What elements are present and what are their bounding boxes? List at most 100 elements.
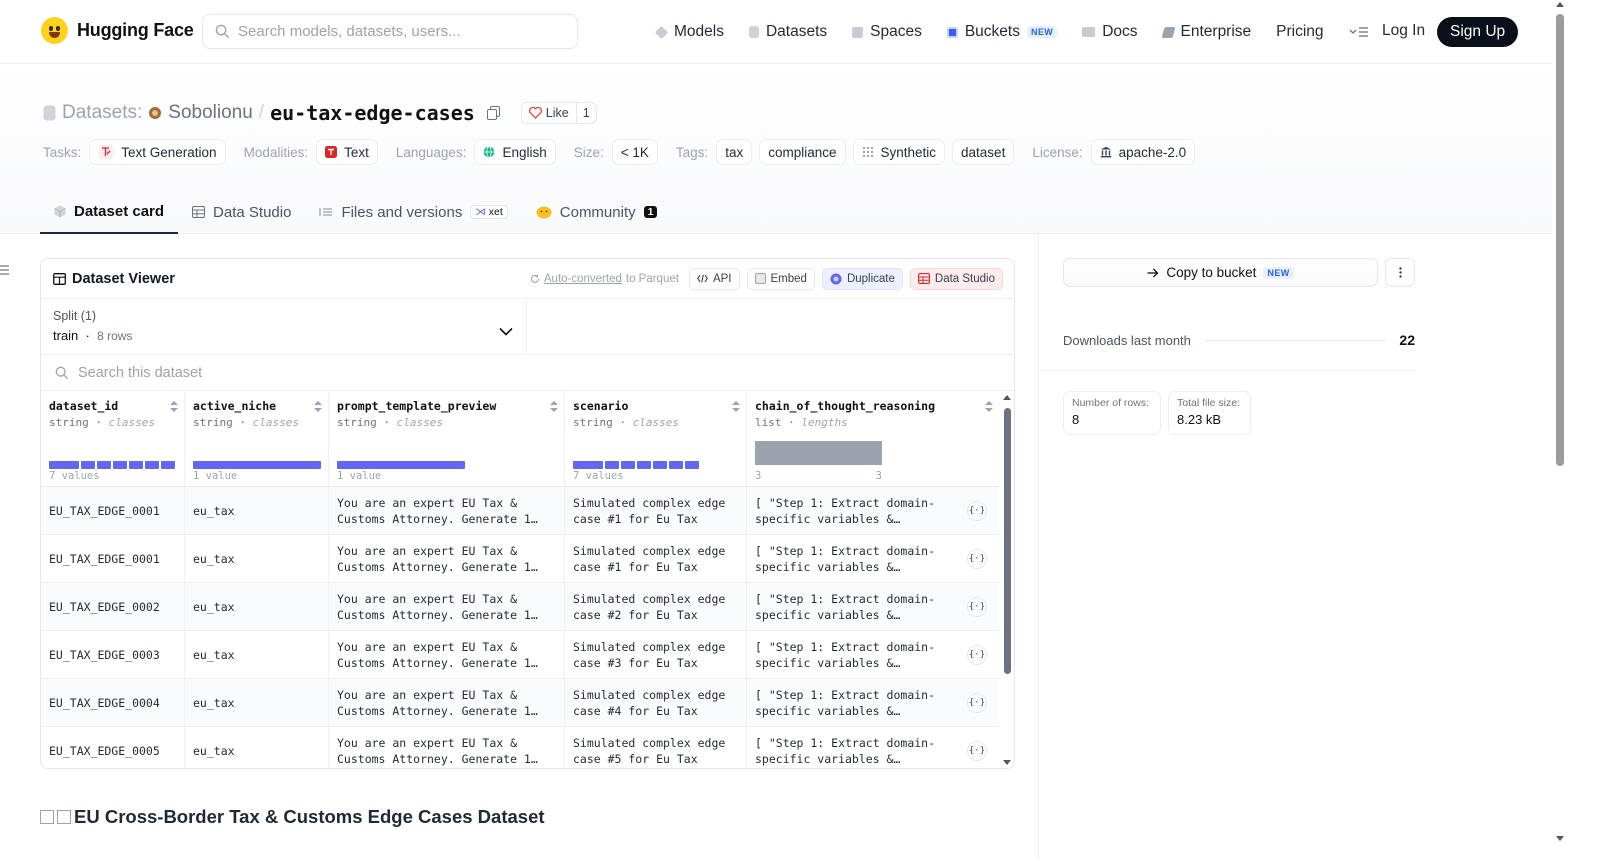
scroll-up-icon[interactable] [1556,2,1564,7]
embed-button[interactable]: Embed [746,267,815,290]
table-row[interactable]: EU_TAX_EDGE_0005 eu_tax You are an exper… [41,727,999,768]
cell-dataset-id[interactable]: EU_TAX_EDGE_0005 [41,727,185,768]
cell-prompt[interactable]: You are an expert EU Tax & Customs Attor… [329,679,565,727]
column-header-prompt-template-preview[interactable]: prompt_template_preview string · classes… [329,391,565,487]
cell-reasoning[interactable]: [ "Step 1: Extract domain- specific vari… [747,535,999,583]
brand-link[interactable]: Hugging Face [41,17,194,44]
login-link[interactable]: Log In [1382,22,1425,40]
duplicate-button[interactable]: Duplicate [821,267,903,290]
auto-converted-link[interactable]: Auto-converted [544,273,622,285]
sort-icon[interactable] [550,401,558,413]
expand-json-icon[interactable]: {·} [967,693,987,713]
cell-active-niche[interactable]: eu_tax [185,727,329,768]
column-header-dataset-id[interactable]: dataset_id string · classes 7 values [41,391,185,487]
cell-scenario[interactable]: Simulated complex edge case #2 for Eu Ta… [565,583,747,631]
nav-datasets[interactable]: Datasets [748,23,827,41]
scroll-down-icon[interactable] [1556,836,1564,841]
cell-scenario[interactable]: Simulated complex edge case #1 for Eu Ta… [565,535,747,583]
cell-scenario[interactable]: Simulated complex edge case #1 for Eu Ta… [565,487,747,535]
sidebar-toggle-icon[interactable] [0,265,9,275]
expand-json-icon[interactable]: {·} [967,549,987,569]
nav-more-menu[interactable] [1349,26,1369,38]
cell-dataset-id[interactable]: EU_TAX_EDGE_0001 [41,535,185,583]
expand-json-icon[interactable]: {·} [967,501,987,521]
owner-link[interactable]: Sobolionu [168,102,253,124]
expand-json-icon[interactable]: {·} [967,597,987,617]
copy-to-bucket-button[interactable]: Copy to bucket NEW [1063,258,1378,287]
cell-reasoning[interactable]: [ "Step 1: Extract domain- specific vari… [747,679,999,727]
signup-button[interactable]: Sign Up [1437,17,1519,47]
like-count[interactable]: 1 [577,106,596,120]
tab-dataset-card[interactable]: Dataset card [40,190,179,234]
table-row[interactable]: EU_TAX_EDGE_0001 eu_tax You are an exper… [41,535,999,583]
cell-reasoning[interactable]: [ "Step 1: Extract domain- specific vari… [747,727,999,768]
cell-active-niche[interactable]: eu_tax [185,487,329,535]
cell-dataset-id[interactable]: EU_TAX_EDGE_0002 [41,583,185,631]
tag-synthetic[interactable]: Synthetic [852,139,946,165]
table-row[interactable]: EU_TAX_EDGE_0002 eu_tax You are an exper… [41,583,999,631]
nav-models[interactable]: Models [654,23,724,41]
cell-reasoning[interactable]: [ "Step 1: Extract domain- specific vari… [747,631,999,679]
cell-scenario[interactable]: Simulated complex edge case #5 for Eu Ta… [565,727,747,768]
tag-text-generation[interactable]: Text Generation [89,139,226,165]
nav-enterprise[interactable]: Enterprise [1161,23,1251,41]
cell-scenario[interactable]: Simulated complex edge case #4 for Eu Ta… [565,679,747,727]
column-header-active-niche[interactable]: active_niche string · classes 1 value [185,391,329,487]
copy-icon[interactable] [486,106,501,120]
cell-reasoning[interactable]: [ "Step 1: Extract domain- specific vari… [747,487,999,535]
cell-prompt[interactable]: You are an expert EU Tax & Customs Attor… [329,727,565,768]
table-scroll-thumb[interactable] [1004,408,1011,674]
expand-json-icon[interactable]: {·} [967,741,987,761]
repo-name[interactable]: eu-tax-edge-cases [270,101,475,125]
tab-data-studio[interactable]: Data Studio [178,190,305,234]
tag-tax[interactable]: tax [716,139,753,165]
scroll-up-icon[interactable] [1003,395,1011,400]
global-search[interactable] [202,14,578,49]
cell-reasoning[interactable]: [ "Step 1: Extract domain- specific vari… [747,583,999,631]
tag-dataset[interactable]: dataset [952,139,1015,165]
page-scrollbar[interactable] [1552,0,1568,861]
page-scroll-thumb[interactable] [1556,14,1564,466]
data-studio-button[interactable]: Data Studio [909,267,1003,290]
tag-text[interactable]: Text [316,139,378,165]
nav-buckets[interactable]: Buckets NEW [946,23,1058,41]
table-row[interactable]: EU_TAX_EDGE_0001 eu_tax You are an exper… [41,487,999,535]
sort-icon[interactable] [985,401,993,413]
nav-pricing[interactable]: Pricing [1276,23,1323,41]
api-button[interactable]: API [688,267,740,290]
sort-icon[interactable] [314,401,322,413]
cell-active-niche[interactable]: eu_tax [185,679,329,727]
sort-icon[interactable] [170,401,178,413]
table-row[interactable]: EU_TAX_EDGE_0003 eu_tax You are an exper… [41,631,999,679]
cell-prompt[interactable]: You are an expert EU Tax & Customs Attor… [329,631,565,679]
cell-active-niche[interactable]: eu_tax [185,535,329,583]
table-row[interactable]: EU_TAX_EDGE_0004 eu_tax You are an exper… [41,679,999,727]
cell-active-niche[interactable]: eu_tax [185,631,329,679]
tag-compliance[interactable]: compliance [759,139,846,165]
cell-dataset-id[interactable]: EU_TAX_EDGE_0003 [41,631,185,679]
cell-scenario[interactable]: Simulated complex edge case #3 for Eu Ta… [565,631,747,679]
cell-dataset-id[interactable]: EU_TAX_EDGE_0001 [41,487,185,535]
tag-size[interactable]: < 1K [611,139,658,165]
table-scrollbar[interactable] [1000,391,1014,768]
like-button[interactable]: Like 1 [520,102,597,124]
global-search-input[interactable] [238,23,558,40]
column-header-chain-of-thought[interactable]: chain_of_thought_reasoning list · length… [747,391,999,487]
tab-files-versions[interactable]: Files and versions ⋊ xet [305,190,521,234]
expand-json-icon[interactable]: {·} [967,645,987,665]
more-options-button[interactable] [1385,258,1415,287]
split-selector[interactable]: Split (1) train · 8 rows [41,299,527,354]
tag-english[interactable]: English [474,139,556,165]
nav-spaces[interactable]: Spaces [852,23,922,41]
cell-active-niche[interactable]: eu_tax [185,583,329,631]
tab-community[interactable]: Community 1 [522,190,672,234]
scroll-down-icon[interactable] [1003,760,1011,765]
nav-docs[interactable]: Docs [1082,23,1138,41]
cell-prompt[interactable]: You are an expert EU Tax & Customs Attor… [329,487,565,535]
sort-icon[interactable] [732,401,740,413]
cell-prompt[interactable]: You are an expert EU Tax & Customs Attor… [329,535,565,583]
dataset-search[interactable] [41,355,1014,391]
cell-dataset-id[interactable]: EU_TAX_EDGE_0004 [41,679,185,727]
like-toggle[interactable]: Like [522,103,577,123]
tag-license[interactable]: apache-2.0 [1090,139,1196,165]
